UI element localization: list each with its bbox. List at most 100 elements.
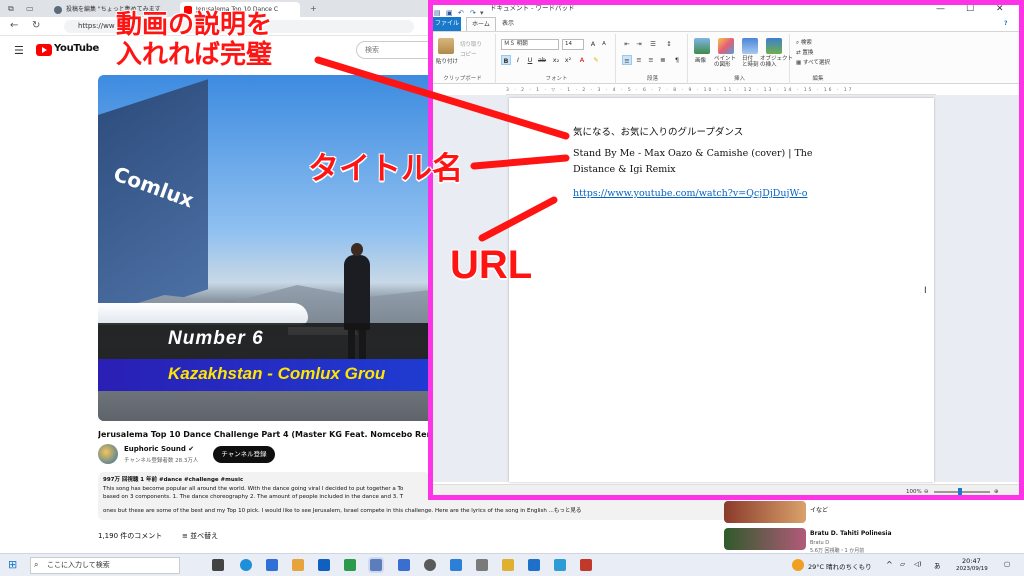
shrink-font-icon[interactable]: A [599, 39, 609, 49]
new-tab-icon[interactable]: + [310, 4, 317, 13]
description-line: This song has become popular all around … [103, 485, 404, 492]
paste-icon[interactable] [438, 38, 454, 54]
paste-label[interactable]: 貼り付け [436, 57, 458, 65]
app-icon[interactable] [502, 559, 514, 571]
calendar-icon[interactable] [450, 559, 462, 571]
bold-button[interactable]: B [501, 55, 511, 65]
app-icon[interactable] [318, 559, 330, 571]
picture-icon[interactable] [694, 38, 710, 54]
menu-file[interactable]: ファイル [433, 17, 461, 31]
align-left-icon[interactable]: ≡ [622, 55, 632, 65]
zoom-slider-track[interactable] [934, 491, 990, 493]
annotation-url-hint: URL [450, 243, 533, 287]
strikethrough-button[interactable]: ab [537, 55, 547, 65]
back-icon[interactable]: ← [10, 20, 18, 31]
channel-avatar[interactable] [98, 444, 118, 464]
increase-indent-icon[interactable]: ⇥ [634, 39, 644, 49]
menu-home[interactable]: ホーム [466, 17, 496, 31]
recommendation-thumbnail[interactable] [724, 528, 806, 550]
superscript-button[interactable]: x² [563, 55, 573, 65]
start-icon[interactable]: ⊞ [8, 558, 17, 571]
grow-font-icon[interactable]: A [588, 39, 598, 49]
ruler[interactable]: 3 · 2 · 1 · ▽ · 1 · 2 · 3 · 4 · 5 · 6 · … [506, 86, 936, 95]
paint-drawing-icon[interactable] [718, 38, 734, 54]
sort-button[interactable]: ≡ 並べ替え [182, 531, 218, 541]
line-spacing-icon[interactable]: ↕ [664, 39, 674, 49]
menu-icon[interactable]: ☰ [14, 44, 24, 57]
bullet-list-icon[interactable]: ☰ [648, 39, 658, 49]
app-icon[interactable] [476, 559, 488, 571]
subscribe-button[interactable]: チャンネル登録 [213, 446, 275, 463]
youtube-logo-icon[interactable] [36, 44, 52, 56]
document-line-heading[interactable]: 気になる、お気に入りのグループダンス [573, 124, 743, 138]
app-icon[interactable] [266, 559, 278, 571]
workspaces-icon[interactable]: ⧉ [8, 4, 14, 14]
volume-icon[interactable]: ◁) [914, 560, 922, 568]
channel-name[interactable]: Euphoric Sound ✔ [124, 445, 194, 453]
recommendation-title[interactable]: Bratu D. Tahiti Polinesia [810, 530, 892, 537]
app-icon[interactable] [580, 559, 592, 571]
notification-icon[interactable]: ▢ [1004, 560, 1010, 568]
app-icon[interactable] [528, 559, 540, 571]
paragraph-settings-icon[interactable]: ¶ [672, 55, 682, 65]
font-family-select[interactable]: ＭＳ 明朝 [501, 39, 559, 50]
video-player[interactable]: Comlux Number 6 Kazakhstan - Comlux Grou [98, 75, 430, 421]
font-size-select[interactable]: 14 [562, 39, 584, 50]
find-button[interactable]: ⌕ 検索 [796, 38, 812, 47]
copy-button[interactable]: コピー [460, 50, 477, 58]
app-icon[interactable] [424, 559, 436, 571]
file-explorer-icon[interactable] [292, 559, 304, 571]
app-icon[interactable] [398, 559, 410, 571]
font-color-icon[interactable]: A [577, 55, 587, 65]
app-icon[interactable] [554, 559, 566, 571]
select-all-button[interactable]: ▦ すべて選択 [796, 58, 830, 66]
align-right-icon[interactable]: ≡ [646, 55, 656, 65]
task-view-icon[interactable] [212, 559, 224, 571]
paint-drawing-label[interactable]: ペイント の図形 [714, 56, 736, 68]
ime-mode[interactable]: あ [934, 560, 941, 570]
zoom-in-icon[interactable]: ⊕ [994, 485, 999, 499]
tab-actions-icon[interactable]: ▭ [26, 4, 34, 13]
weather-icon[interactable] [792, 559, 804, 571]
decrease-indent-icon[interactable]: ⇤ [622, 39, 632, 49]
tray-chevron-icon[interactable]: ^ [886, 560, 893, 569]
document-line-title-cont[interactable]: Distance & Igi Remix [573, 164, 676, 175]
youtube-search-input[interactable]: 検索 [356, 41, 430, 59]
youtube-wordmark[interactable]: YouTube [54, 43, 99, 54]
weather-text[interactable]: 29°C 晴れのちくもり [808, 561, 872, 571]
insert-object-label[interactable]: オブジェクト の挿入 [760, 56, 793, 68]
menu-view[interactable]: 表示 [502, 17, 514, 31]
zoom-slider-thumb[interactable] [958, 488, 962, 496]
picture-label[interactable]: 画像 [695, 56, 706, 64]
clock-time[interactable]: 20:47 [962, 557, 981, 565]
wordpad-taskbar-icon[interactable] [370, 559, 382, 571]
recommendation-thumbnail[interactable] [724, 501, 806, 523]
help-icon[interactable]: ? [1004, 17, 1007, 31]
highlight-icon[interactable]: ✎ [591, 55, 601, 65]
close-icon[interactable]: ✕ [996, 1, 1004, 18]
minimize-icon[interactable]: — [936, 1, 945, 18]
document-page[interactable]: 気になる、お気に入りのグループダンス Stand By Me - Max Oaz… [509, 98, 934, 482]
app-icon[interactable] [344, 559, 356, 571]
replace-label: 置換 [802, 50, 814, 56]
document-line-title[interactable]: Stand By Me - Max Oazo & Camishe (cover)… [573, 148, 813, 159]
date-time-icon[interactable] [742, 38, 758, 54]
align-center-icon[interactable]: ≡ [634, 55, 644, 65]
replace-button[interactable]: ⇄ 置換 [796, 48, 813, 56]
clock-date[interactable]: 2023/09/19 [956, 566, 988, 572]
maximize-icon[interactable]: ☐ [966, 1, 974, 18]
insert-object-icon[interactable] [766, 38, 782, 54]
subscript-button[interactable]: x₂ [551, 55, 561, 65]
italic-button[interactable]: I [513, 55, 523, 65]
justify-icon[interactable]: ≣ [658, 55, 668, 65]
document-link-url[interactable]: https://www.youtube.com/watch?v=QcjDjDuj… [573, 188, 808, 199]
zoom-out-icon[interactable]: ⊖ [924, 485, 929, 499]
cut-button[interactable]: 切り取り [460, 40, 482, 48]
recommendation-title[interactable]: イなど [810, 505, 828, 514]
date-time-label[interactable]: 日付 と時刻 [742, 56, 759, 68]
edge-icon[interactable] [240, 559, 252, 571]
refresh-icon[interactable]: ↻ [32, 20, 40, 31]
taskbar-search[interactable]: ここに入力して検索 [30, 557, 180, 574]
network-icon[interactable]: ▱ [900, 560, 905, 568]
underline-button[interactable]: U [525, 55, 535, 65]
